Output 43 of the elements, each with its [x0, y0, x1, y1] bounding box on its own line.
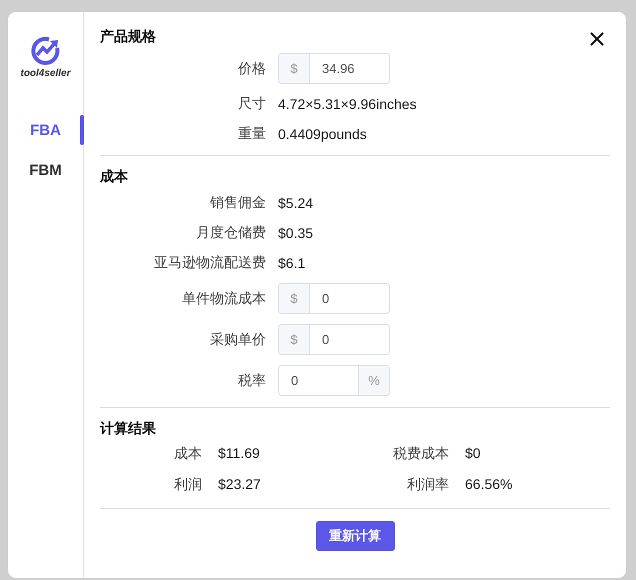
recalculate-button[interactable]: 重新计算	[316, 521, 394, 551]
field-label: 尺寸	[237, 95, 267, 113]
field-value: 34.96	[321, 60, 356, 78]
section-title: 产品规格	[100, 28, 156, 46]
result-value: 66.56%	[465, 475, 514, 494]
result-value: $0	[465, 444, 482, 463]
field-label: 采购单价	[209, 330, 267, 348]
result-label: 成本	[173, 444, 203, 463]
field-value: 0.4409pounds	[278, 126, 367, 142]
result-value: $23.27	[218, 475, 262, 494]
field-label: 亚马逊物流配送费	[153, 254, 267, 272]
input-field[interactable]: $ 0	[278, 324, 390, 355]
field-value: 4.72×5.31×9.96inches	[278, 96, 417, 112]
result-label: 利润	[173, 475, 203, 494]
unit-addon: %	[358, 366, 389, 395]
unit-addon: $	[279, 325, 310, 354]
input-field[interactable]: 0 %	[278, 365, 390, 396]
field-value: $0.35	[278, 225, 314, 241]
field-value: $6.1	[278, 255, 306, 271]
field-value: 0	[290, 372, 300, 390]
field-label: 重量	[237, 125, 267, 143]
field-label: 月度仓储费	[195, 224, 267, 242]
mode-tab[interactable]: FBA	[8, 115, 83, 145]
field-label: 单件物流成本	[181, 290, 267, 308]
field-label: 税率	[237, 372, 267, 390]
field-label: 销售佣金	[209, 194, 267, 212]
field-value: 0	[321, 290, 330, 308]
result-label: 税费成本	[392, 444, 450, 463]
result-value: $11.69	[218, 444, 261, 463]
input-field[interactable]: $ 0	[278, 283, 390, 314]
unit-addon: $	[279, 54, 310, 83]
result-label: 利润率	[406, 475, 450, 494]
section-title: 成本	[100, 168, 128, 186]
input-field[interactable]: $ 34.96	[278, 53, 390, 84]
active-tab-indicator	[80, 115, 84, 145]
field-value: 0	[321, 331, 330, 349]
unit-addon: $	[279, 284, 310, 313]
logo-text: tool4seller	[20, 68, 71, 79]
field-label: 价格	[237, 60, 267, 78]
mode-tab[interactable]: FBM	[8, 155, 83, 185]
section-title: 计算结果	[100, 420, 156, 438]
field-value: $5.24	[278, 195, 314, 211]
logo-icon	[30, 36, 60, 66]
